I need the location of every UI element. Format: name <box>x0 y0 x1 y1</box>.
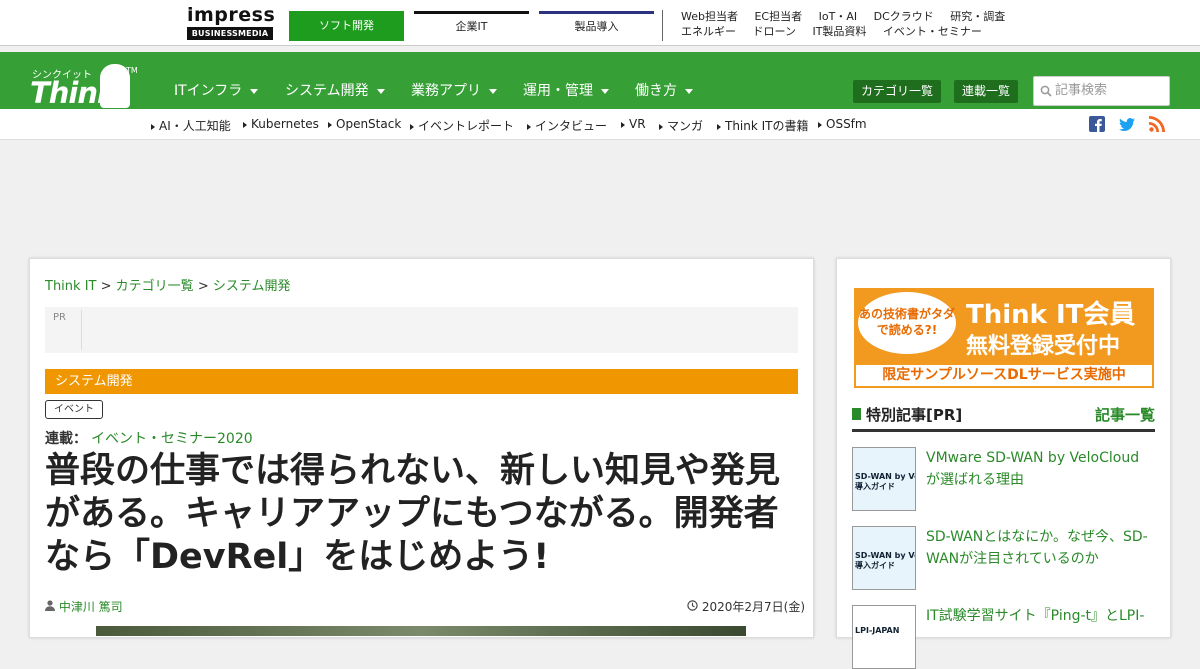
series-label: 連載： <box>45 431 87 447</box>
pr-ad-slot[interactable]: PR <box>45 307 798 353</box>
nav-item-system-dev[interactable]: システム開発 <box>285 80 385 100</box>
article-title: 普段の仕事では得られない、新しい知見や発見がある。キャリアアップにもつながる。開… <box>45 451 781 577</box>
facebook-icon[interactable] <box>1089 116 1105 132</box>
thumbnail-text: LPI-JAPAN <box>855 626 900 635</box>
author-line: 中津川 篤司 <box>45 598 123 615</box>
nav-item-workstyle[interactable]: 働き方 <box>635 80 693 100</box>
banner-strip: 限定サンプルソースDLサービス実施中 <box>856 365 1152 386</box>
search-placeholder: 記事検索 <box>1055 83 1108 98</box>
topic-link-event-report[interactable]: イベントレポート <box>410 117 514 134</box>
caret-down-icon <box>601 88 609 94</box>
thumbnail-text: SD-WAN by Ve 導入ガイド <box>855 472 915 491</box>
person-icon <box>45 600 55 611</box>
impress-logo[interactable]: impress BUSINESSMEDIA <box>187 4 276 43</box>
caret-down-icon <box>685 88 693 94</box>
article-thumbnail[interactable]: SD-WAN by Ve 導入ガイド <box>852 447 916 511</box>
media-link-events[interactable]: イベント・セミナー <box>883 25 982 38</box>
thumbnail-text: SD-WAN by Ve 導入ガイド <box>855 551 915 570</box>
thinkit-logo[interactable]: シンクイット Think IT TM <box>28 60 140 144</box>
nav-item-label: システム開発 <box>285 83 369 99</box>
nav-item-business-apps[interactable]: 業務アプリ <box>411 80 497 100</box>
impress-logo-text: impress <box>187 4 276 26</box>
date-text: 2020年2月7日(金) <box>701 600 806 614</box>
topic-link-books[interactable]: Think ITの書籍 <box>717 117 809 134</box>
special-article-link[interactable]: SD-WANとはなにか。なぜ今、SD-WANが注目されているのか <box>926 526 1151 570</box>
divider <box>81 310 82 350</box>
pr-label: PR <box>53 312 66 323</box>
breadcrumb-sep: > <box>197 279 209 294</box>
tab-product-adoption[interactable]: 製品導入 <box>539 11 654 41</box>
caret-down-icon <box>250 88 259 94</box>
site-header-bar: impress BUSINESSMEDIA ソフト開発 企業IT 製品導入 We… <box>0 0 1200 46</box>
tab-soft-dev[interactable]: ソフト開発 <box>289 11 404 41</box>
clock-icon <box>687 600 698 611</box>
tab-enterprise-it[interactable]: 企業IT <box>414 11 529 41</box>
topic-nav: AI・人工知能 Kubernetes OpenStack イベントレポート イン… <box>0 109 1200 140</box>
nav-item-it-infra[interactable]: ITインフラ <box>174 80 259 100</box>
special-articles-title: 特別記事[PR] <box>866 406 963 424</box>
breadcrumb-home[interactable]: Think IT <box>45 279 96 294</box>
nav-item-label: 業務アプリ <box>411 83 481 99</box>
logo-tm: TM <box>126 66 138 75</box>
breadcrumb-sep: > <box>100 279 112 294</box>
article-thumbnail[interactable]: SD-WAN by Ve 導入ガイド <box>852 526 916 590</box>
media-links: Web担当者 EC担当者 IoT・AI DCクラウド 研究・調査 エネルギー ド… <box>681 9 1018 39</box>
article-thumbnail[interactable]: LPI-JAPAN <box>852 605 916 669</box>
topic-link-openstack[interactable]: OpenStack <box>328 117 401 131</box>
author-link[interactable]: 中津川 篤司 <box>59 600 123 614</box>
category-list-button[interactable]: カテゴリ一覧 <box>853 80 942 103</box>
nav-item-label: 運用・管理 <box>523 83 593 99</box>
topic-link-manga[interactable]: マンガ <box>659 117 703 134</box>
nav-item-label: ITインフラ <box>174 83 243 99</box>
impress-logo-subtext: BUSINESSMEDIA <box>187 27 273 40</box>
nav-item-label: 働き方 <box>635 83 677 99</box>
banner-bubble: あの技術書がタダで読める?! <box>858 292 956 354</box>
special-article-link[interactable]: IT試験学習サイト『Ping-t』とLPI- <box>926 605 1151 627</box>
breadcrumb: Think IT > カテゴリ一覧 > システム開発 <box>45 275 290 294</box>
rss-icon[interactable] <box>1149 116 1165 132</box>
media-link-it-products[interactable]: IT製品資料 <box>812 25 866 38</box>
hero-image <box>96 626 746 636</box>
media-link-iot[interactable]: IoT・AI <box>819 10 857 23</box>
caret-down-icon <box>376 88 385 94</box>
bookmark-icon <box>852 408 861 420</box>
topic-link-kubernetes[interactable]: Kubernetes <box>243 117 319 131</box>
series-line: 連載： イベント・セミナー2020 <box>45 428 253 448</box>
search-icon <box>1040 85 1052 97</box>
media-link-web[interactable]: Web担当者 <box>681 10 738 23</box>
breadcrumb-category-list[interactable]: カテゴリ一覧 <box>116 279 194 294</box>
special-article-link[interactable]: VMware SD-WAN by VeloCloudが選ばれる理由 <box>926 447 1151 491</box>
series-list-button[interactable]: 連載一覧 <box>954 80 1019 103</box>
special-articles-header: 特別記事[PR] 記事一覧 <box>852 403 1155 432</box>
banner-headline: Think IT会員 <box>966 300 1136 330</box>
publish-date: 2020年2月7日(金) <box>687 598 805 615</box>
search-input[interactable]: 記事検索 <box>1033 76 1170 106</box>
media-link-drone[interactable]: ドローン <box>753 25 796 38</box>
category-bar[interactable]: システム開発 <box>45 369 798 394</box>
media-link-energy[interactable]: エネルギー <box>681 25 736 38</box>
banner-subheadline: 無料登録受付中 <box>966 334 1121 359</box>
member-banner[interactable]: あの技術書がタダで読める?! Think IT会員 無料登録受付中 限定サンプル… <box>854 288 1154 388</box>
breadcrumb-system-dev[interactable]: システム開発 <box>213 279 291 294</box>
special-articles-more-link[interactable]: 記事一覧 <box>1095 404 1155 425</box>
caret-down-icon <box>489 88 497 94</box>
topic-link-ai[interactable]: AI・人工知能 <box>151 117 231 134</box>
media-link-research[interactable]: 研究・調査 <box>950 10 1005 23</box>
topic-link-vr[interactable]: VR <box>621 117 646 131</box>
nav-item-operations[interactable]: 運用・管理 <box>523 80 609 100</box>
event-tag[interactable]: イベント <box>45 400 103 419</box>
topic-link-ossfm[interactable]: OSSfm <box>818 117 867 131</box>
divider <box>662 10 663 41</box>
media-link-dc[interactable]: DCクラウド <box>874 10 934 23</box>
topic-link-interview[interactable]: インタビュー <box>527 117 607 134</box>
series-link[interactable]: イベント・セミナー2020 <box>91 431 253 447</box>
twitter-icon[interactable] <box>1119 116 1135 132</box>
media-link-ec[interactable]: EC担当者 <box>754 10 802 23</box>
